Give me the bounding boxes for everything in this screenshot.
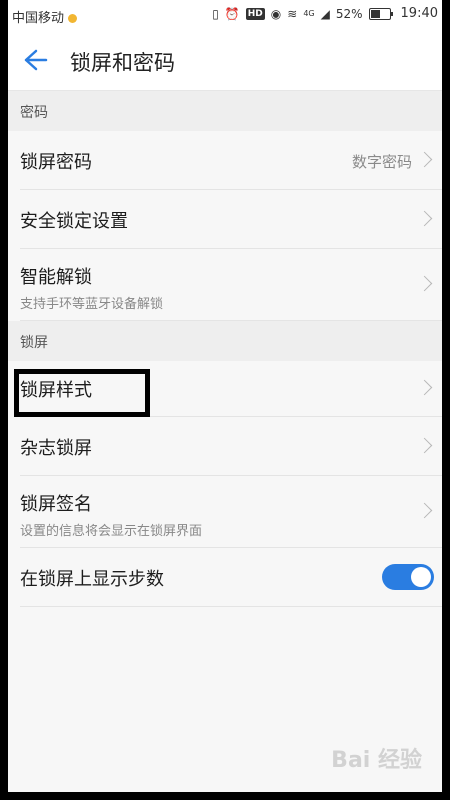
clock: 19:40 — [400, 6, 438, 21]
notification-dot-icon — [68, 14, 78, 23]
back-arrow-icon — [24, 49, 48, 71]
chevron-right-icon — [416, 275, 433, 292]
wifi-icon: ≋ — [287, 7, 298, 21]
row-magazine-lock-screen[interactable]: 杂志锁屏 — [20, 417, 442, 476]
back-button[interactable] — [20, 46, 48, 74]
vibrate-icon: ▯ — [212, 7, 219, 21]
toggle-knob — [411, 567, 431, 587]
hd-icon: HD — [245, 8, 265, 20]
row-lock-screen-password[interactable]: 锁屏密码 数字密码 — [20, 131, 442, 190]
carrier-label: 中国移动 — [12, 7, 78, 26]
annotation-highlight-box — [14, 369, 150, 417]
battery-fill — [370, 10, 380, 18]
row-lock-screen-signature[interactable]: 锁屏签名 设置的信息将会显示在锁屏界面 — [20, 476, 442, 548]
row-security-lock-settings[interactable]: 安全锁定设置 — [20, 190, 442, 249]
row-text: 锁屏签名 设置的信息将会显示在锁屏界面 — [20, 490, 202, 539]
row-label: 智能解锁 — [20, 267, 92, 288]
network-type: 4G — [303, 9, 315, 18]
show-steps-toggle[interactable] — [382, 564, 434, 590]
phone-screen: 中国移动 ▯ ⏰ HD ◉ ≋ 4G ◢ 52% 19:40 锁屏和密码 密码 … — [8, 0, 442, 792]
chevron-right-icon — [416, 379, 433, 396]
row-label: 杂志锁屏 — [20, 438, 92, 459]
chevron-right-icon — [416, 210, 433, 227]
status-bar: 中国移动 ▯ ⏰ HD ◉ ≋ 4G ◢ 52% 19:40 — [8, 0, 442, 30]
chevron-right-icon — [416, 151, 433, 168]
row-label: 锁屏签名 — [20, 494, 92, 515]
page-title: 锁屏和密码 — [70, 51, 175, 75]
row-smart-unlock[interactable]: 智能解锁 支持手环等蓝牙设备解锁 — [20, 249, 442, 321]
row-label: 在锁屏上显示步数 — [20, 569, 164, 590]
section-header-password: 密码 — [8, 91, 442, 131]
row-show-steps: 在锁屏上显示步数 — [20, 548, 442, 607]
battery-percent: 52% — [335, 7, 363, 21]
chevron-right-icon — [416, 502, 433, 519]
row-text: 智能解锁 支持手环等蓝牙设备解锁 — [20, 263, 163, 312]
row-label: 安全锁定设置 — [20, 211, 128, 232]
battery-icon — [368, 8, 393, 20]
signal-icon: ◢ — [320, 7, 330, 21]
alarm-icon: ⏰ — [224, 7, 240, 21]
watermark: Bai 经验 — [331, 748, 422, 773]
row-label: 锁屏密码 — [20, 152, 92, 173]
row-sublabel: 设置的信息将会显示在锁屏界面 — [20, 524, 203, 539]
app-header: 锁屏和密码 — [8, 30, 442, 91]
row-value: 数字密码 — [351, 153, 412, 171]
section-header-lock-screen: 锁屏 — [8, 321, 442, 361]
chevron-right-icon — [416, 437, 433, 454]
eye-icon: ◉ — [270, 7, 282, 21]
status-icons: ▯ ⏰ HD ◉ ≋ 4G ◢ 52% 19:40 — [212, 6, 438, 22]
carrier-name: 中国移动 — [12, 11, 65, 26]
row-sublabel: 支持手环等蓝牙设备解锁 — [20, 297, 164, 312]
